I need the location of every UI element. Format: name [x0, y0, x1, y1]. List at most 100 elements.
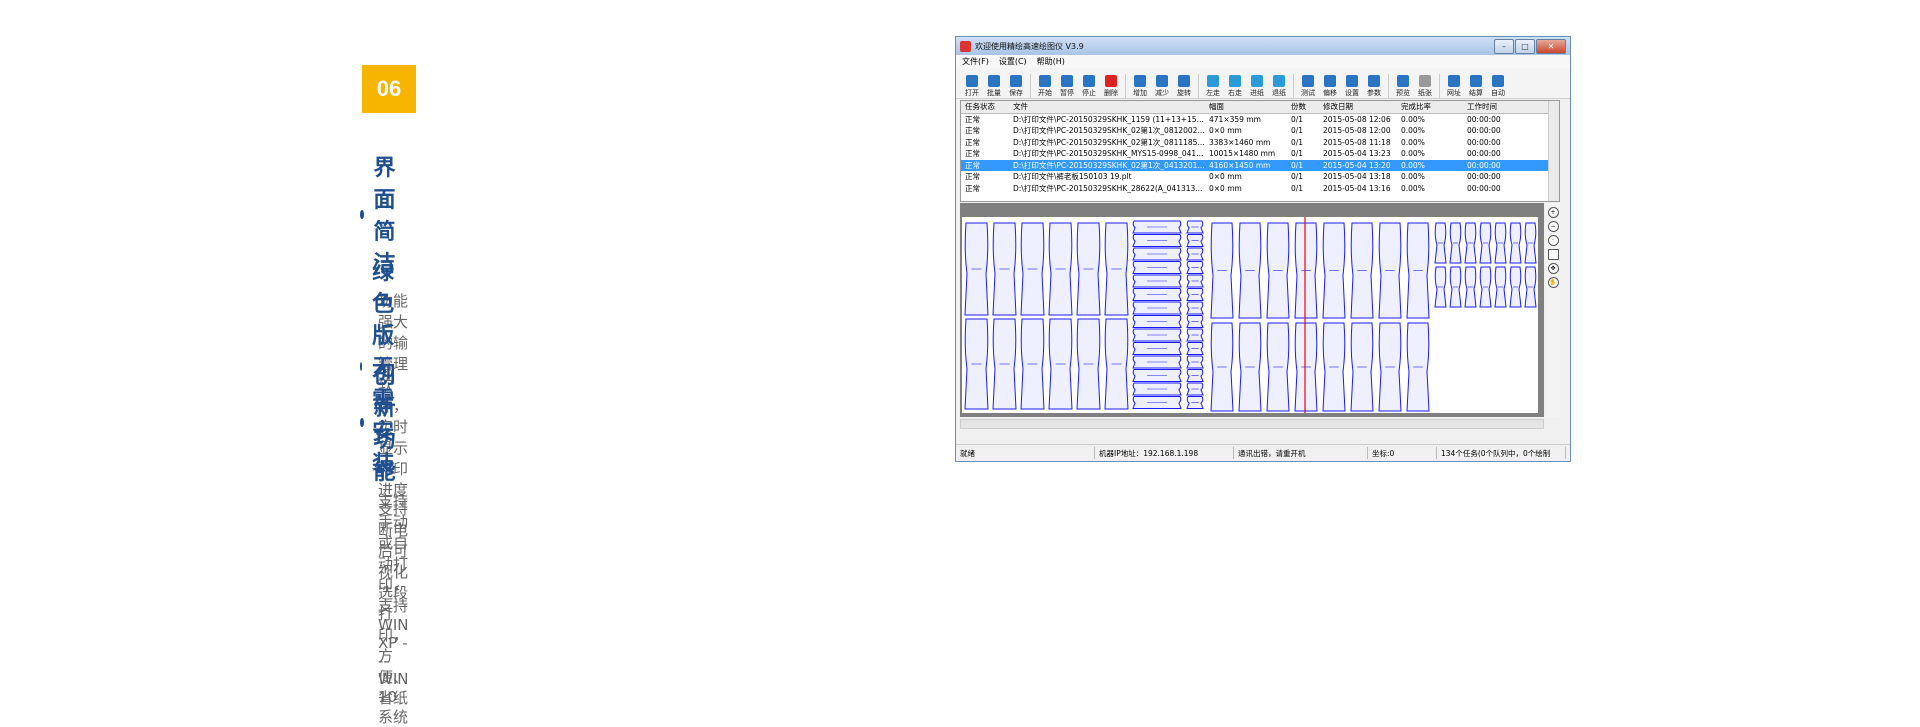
toolbar-button[interactable]: 批量: [984, 75, 1004, 98]
table-cell: 0.00%: [1401, 137, 1425, 147]
toolbar-button[interactable]: 网址: [1444, 75, 1464, 98]
toolbar-icon: [966, 75, 978, 87]
table-row[interactable]: 正常 D:\打印文件\PC-20150329SKHK_02第1次_0811185.…: [961, 137, 1559, 149]
toolbar-button[interactable]: 测试: [1298, 75, 1318, 98]
toolbar-button[interactable]: 删除: [1101, 75, 1121, 98]
toolbar-icon: [1346, 75, 1358, 87]
status-connection: 通讯出错，请重开机: [1234, 447, 1368, 459]
table-cell: 0/1: [1291, 172, 1304, 182]
toolbar-button[interactable]: 增加: [1130, 75, 1150, 98]
column-header[interactable]: 任务状态: [961, 101, 1013, 112]
table-row[interactable]: 正常 D:\打印文件\PC-20150329SKHK_02第1次_0812002.…: [961, 125, 1559, 137]
toolbar-icon: [1302, 75, 1314, 87]
toolbar-button[interactable]: 打开: [962, 75, 982, 98]
zoom-in-icon[interactable]: +: [1547, 207, 1559, 218]
horizontal-scrollbar[interactable]: [960, 419, 1544, 429]
toolbar-button[interactable]: 右走: [1225, 75, 1245, 98]
toolbar-icon: [1397, 75, 1409, 87]
table-row[interactable]: 正常 D:\打印文件\PC-20150329SKHK_28622(A_041313…: [961, 183, 1559, 195]
toolbar-button[interactable]: 减少: [1152, 75, 1172, 98]
table-cell: 00:00:00: [1467, 160, 1501, 170]
toolbar-button[interactable]: 进纸: [1247, 75, 1267, 98]
zoom-out-icon[interactable]: −: [1547, 221, 1559, 232]
close-button[interactable]: ✕: [1536, 39, 1566, 54]
task-table: 任务状态 文件 幅面 份数 修改日期 完成比率 工作时间 正常 D:\打印文件\PC-2015…: [960, 100, 1560, 202]
table-row[interactable]: 正常 D:\打印文件\PC-20150329SKHK_02第1次_0413201.…: [961, 159, 1559, 171]
toolbar-separator: [1125, 74, 1126, 98]
table-cell: 正常: [965, 126, 980, 136]
toolbar-separator: [1198, 74, 1199, 98]
table-row[interactable]: 正常 D:\打印文件\裤老板150103 19.plt 0×0 mm 0/1 2015-…: [961, 171, 1559, 183]
status-bar: 就绪 机器IP地址：192.168.1.198 通讯出错，请重开机 坐标:0 1…: [956, 444, 1570, 461]
table-cell: 00:00:00: [1467, 172, 1501, 182]
column-header[interactable]: 工作时间: [1467, 101, 1537, 112]
toolbar-button[interactable]: 停止: [1079, 75, 1099, 98]
preview-canvas[interactable]: [960, 203, 1544, 417]
table-row[interactable]: 正常 D:\打印文件\PC-20150329SKHK_MYS15-0998_041…: [961, 148, 1559, 160]
table-cell: 0.00%: [1401, 114, 1425, 124]
section-number-badge: 06: [362, 65, 416, 113]
toolbar-icon: [1492, 75, 1504, 87]
status-ip: 机器IP地址：192.168.1.198: [1095, 447, 1234, 459]
column-header[interactable]: 幅面: [1209, 101, 1291, 112]
toolbar-button[interactable]: 左走: [1203, 75, 1223, 98]
zoom-fit-icon[interactable]: ·: [1547, 235, 1559, 246]
table-cell: 0.00%: [1401, 160, 1425, 170]
toolbar-button[interactable]: 参数: [1364, 75, 1384, 98]
toolbar-button[interactable]: 自动: [1488, 75, 1508, 98]
hand-icon[interactable]: ✋: [1547, 277, 1559, 288]
toolbar-separator: [1293, 74, 1294, 98]
toolbar-icon: [1324, 75, 1336, 87]
toolbar-icon: [988, 75, 1000, 87]
table-row[interactable]: 正常 D:\打印文件\PC-20150329SKHK_1159 (11+13+15…: [961, 114, 1559, 126]
toolbar-separator: [1030, 74, 1031, 98]
table-cell: 0.00%: [1401, 126, 1425, 136]
toolbar-icon: [1105, 75, 1117, 87]
toolbar-button[interactable]: 设置: [1342, 75, 1362, 98]
menu-help[interactable]: 帮助(H): [1037, 56, 1065, 67]
toolbar-button[interactable]: 旋转: [1174, 75, 1194, 98]
table-cell: 00:00:00: [1467, 114, 1501, 124]
table-cell: D:\打印文件\PC-20150329SKHK_02第1次_0811185...: [1013, 137, 1205, 147]
toolbar-button[interactable]: 开始: [1035, 75, 1055, 98]
column-header[interactable]: 完成比率: [1401, 101, 1467, 112]
toolbar-icon: [1273, 75, 1285, 87]
table-cell: 0/1: [1291, 137, 1304, 147]
table-cell: 4160×1450 mm: [1209, 160, 1271, 170]
maximize-button[interactable]: □: [1515, 39, 1535, 54]
column-header[interactable]: 文件: [1013, 101, 1209, 112]
table-cell: 正常: [965, 137, 980, 147]
table-cell: 0.00%: [1401, 183, 1425, 193]
toolbar-button[interactable]: 结算: [1466, 75, 1486, 98]
select-area-icon[interactable]: [1547, 249, 1559, 260]
table-cell: 0×0 mm: [1209, 183, 1242, 193]
toolbar-icon: [1083, 75, 1095, 87]
toolbar-button[interactable]: 偏移: [1320, 75, 1340, 98]
table-cell: 00:00:00: [1467, 126, 1501, 136]
table-cell: D:\打印文件\PC-20150329SKHK_MYS15-0998_041..…: [1013, 149, 1204, 159]
table-cell: 0/1: [1291, 149, 1304, 159]
menu-file[interactable]: 文件(F): [962, 56, 989, 67]
table-cell: 2015-05-04 13:16: [1323, 183, 1391, 193]
toolbar-button[interactable]: 纸张: [1415, 75, 1435, 98]
toolbar-button[interactable]: 退纸: [1269, 75, 1289, 98]
feature-title: 创新功能: [373, 364, 396, 485]
move-icon[interactable]: ✥: [1547, 263, 1559, 274]
toolbar-button[interactable]: 暂停: [1057, 75, 1077, 98]
status-tasks: 134个任务(0个队列中，0个绘制: [1437, 447, 1566, 459]
column-header[interactable]: 修改日期: [1323, 101, 1401, 112]
table-cell: 2015-05-04 13:20: [1323, 160, 1391, 170]
table-cell: 2015-05-04 13:23: [1323, 149, 1391, 159]
window-title: 欢迎使用精绘高速绘图仪 V3.9: [975, 41, 1084, 51]
toolbar-button[interactable]: 预览: [1393, 75, 1413, 98]
menu-settings[interactable]: 设置(C): [999, 56, 1027, 67]
toolbar-button[interactable]: 保存: [1006, 75, 1026, 98]
vertical-scrollbar[interactable]: [1548, 101, 1559, 201]
column-header[interactable]: 份数: [1291, 101, 1323, 112]
toolbar: 打开 批量 保存 开始 暂停 停止 删除 增加 减少 旋转 左走 右走 进纸 退纸 测试 偏移 设置 参数 预览 纸张…: [956, 68, 1570, 99]
table-cell: 10015×1480 mm: [1209, 149, 1276, 159]
pattern-preview: [962, 217, 1538, 413]
minimize-button[interactable]: –: [1494, 39, 1514, 54]
toolbar-icon: [1134, 75, 1146, 87]
table-cell: 00:00:00: [1467, 137, 1501, 147]
